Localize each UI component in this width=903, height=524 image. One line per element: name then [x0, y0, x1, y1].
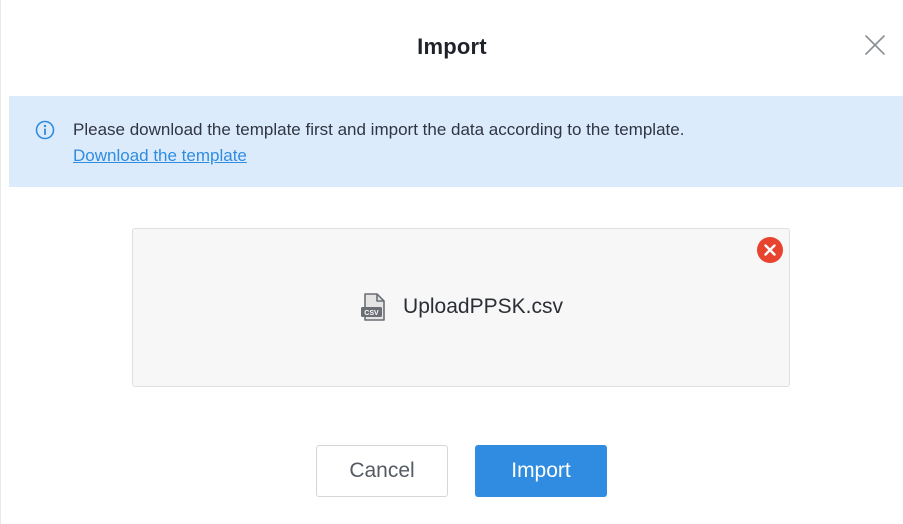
import-dialog: Import Please download the template firs…: [0, 0, 903, 524]
file-name: UploadPPSK.csv: [403, 295, 563, 318]
download-template-link[interactable]: Download the template: [73, 144, 247, 168]
csv-file-icon: CSV: [359, 292, 389, 322]
info-circle-icon: [35, 120, 55, 140]
file-entry: CSV UploadPPSK.csv: [133, 292, 789, 322]
uploaded-file-box: CSV UploadPPSK.csv: [132, 228, 790, 387]
dialog-header: Import: [1, 0, 903, 95]
info-message: Please download the template first and i…: [73, 120, 685, 139]
svg-text:CSV: CSV: [364, 310, 379, 317]
info-banner: Please download the template first and i…: [9, 96, 903, 187]
import-button[interactable]: Import: [475, 445, 607, 497]
cancel-button[interactable]: Cancel: [316, 445, 448, 497]
dialog-title: Import: [417, 34, 487, 59]
close-icon[interactable]: [863, 33, 887, 57]
remove-file-icon[interactable]: [757, 237, 783, 263]
